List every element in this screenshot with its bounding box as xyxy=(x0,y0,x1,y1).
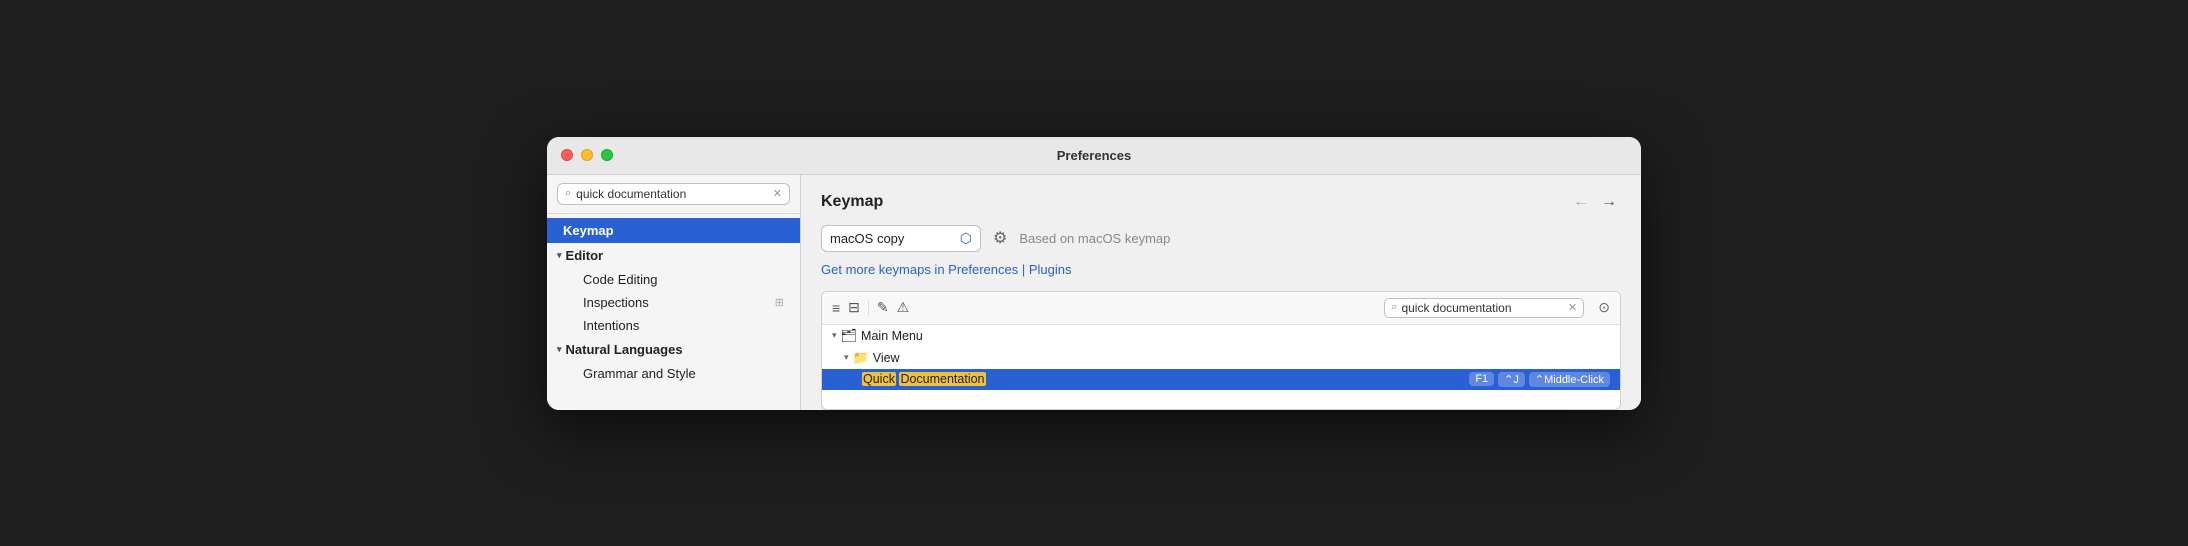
sidebar-item-intentions[interactable]: Intentions xyxy=(547,314,800,337)
keymap-search-input[interactable] xyxy=(1401,301,1564,315)
close-button[interactable] xyxy=(561,149,573,161)
sidebar-search-input[interactable] xyxy=(576,187,768,201)
keymap-toolbar: ≡ ⊟ ✎ ⚠ ⌕ ✕ ⊙ xyxy=(822,292,1620,325)
sidebar-item-code-editing[interactable]: Code Editing xyxy=(547,268,800,291)
tree-row-view[interactable]: ▾ 📁 View xyxy=(822,347,1620,369)
sidebar-item-keymap[interactable]: Keymap xyxy=(547,218,800,243)
tree-row-main-menu[interactable]: ▾ 🗂 Main Menu xyxy=(822,325,1620,347)
preferences-window: Preferences ⌕ ✕ Keymap ▾ Editor xyxy=(547,137,1641,410)
window-controls xyxy=(561,149,613,161)
keymap-search-icon: ⌕ xyxy=(1391,301,1397,314)
sidebar-search-bar: ⌕ ✕ xyxy=(547,175,800,214)
window-title: Preferences xyxy=(1057,148,1131,163)
tree-label-quick-documentation: Quick Documentation xyxy=(862,372,1465,386)
keymap-search-wrapper[interactable]: ⌕ ✕ xyxy=(1384,298,1584,318)
inspections-icon: ⊞ xyxy=(775,296,784,309)
chevron-down-icon-2: ▾ xyxy=(557,344,562,355)
person-icon[interactable]: ⊙ xyxy=(1598,299,1610,316)
minimize-button[interactable] xyxy=(581,149,593,161)
warning-icon[interactable]: ⚠ xyxy=(897,299,910,316)
filter-all-icon[interactable]: ≡ xyxy=(832,300,840,316)
back-arrow-button[interactable]: ← xyxy=(1569,193,1593,211)
sidebar: ⌕ ✕ Keymap ▾ Editor Code Editing xyxy=(547,175,801,410)
sidebar-search-clear-icon[interactable]: ✕ xyxy=(773,187,782,200)
main-panel: Keymap ← → macOS copy ⬡ ⚙ Based on macOS… xyxy=(801,175,1641,410)
content-area: ⌕ ✕ Keymap ▾ Editor Code Editing xyxy=(547,175,1641,410)
main-menu-icon: 🗂 xyxy=(841,328,858,344)
chevron-main-menu-icon: ▾ xyxy=(832,330,837,341)
keymap-controls: macOS copy ⬡ ⚙ Based on macOS keymap xyxy=(821,225,1621,252)
shortcut-ctrl-middleclick: ⌃Middle-Click xyxy=(1529,372,1610,387)
title-bar: Preferences xyxy=(547,137,1641,175)
sidebar-item-inspections[interactable]: Inspections ⊞ xyxy=(547,291,800,314)
keymap-based-on-label: Based on macOS keymap xyxy=(1019,231,1170,246)
shortcut-f1: F1 xyxy=(1469,372,1494,386)
keymap-select[interactable]: macOS copy ⬡ xyxy=(821,225,981,252)
shortcut-ctrl-j: ⌃J xyxy=(1498,372,1525,387)
panel-title: Keymap xyxy=(821,193,883,211)
keymap-dropdown-icon: ⬡ xyxy=(960,230,972,247)
edit-icon[interactable]: ✎ xyxy=(877,299,889,316)
sidebar-search-icon: ⌕ xyxy=(565,187,571,200)
tree-row-quick-documentation[interactable]: Quick Documentation F1 ⌃J ⌃Middle-Click xyxy=(822,369,1620,390)
highlight-documentation: Documentation xyxy=(899,372,985,386)
sidebar-section-editor[interactable]: ▾ Editor xyxy=(547,243,800,268)
highlight-quick: Quick xyxy=(862,372,896,386)
keymap-search-clear-icon[interactable]: ✕ xyxy=(1568,301,1577,314)
keymap-gear-icon[interactable]: ⚙ xyxy=(993,228,1007,248)
sidebar-item-grammar-style[interactable]: Grammar and Style xyxy=(547,362,800,385)
tree-label-view: View xyxy=(873,351,1610,365)
view-folder-icon: 📁 xyxy=(853,350,869,366)
nav-arrows: ← → xyxy=(1569,193,1621,211)
panel-header: Keymap ← → xyxy=(821,193,1621,211)
get-more-keymaps-link[interactable]: Get more keymaps in Preferences | Plugin… xyxy=(821,262,1621,277)
keymap-table-area: ≡ ⊟ ✎ ⚠ ⌕ ✕ ⊙ ▾ xyxy=(821,291,1621,410)
forward-arrow-button[interactable]: → xyxy=(1597,193,1621,211)
maximize-button[interactable] xyxy=(601,149,613,161)
shortcut-badges: F1 ⌃J ⌃Middle-Click xyxy=(1469,372,1610,387)
tree-label-main-menu: Main Menu xyxy=(861,329,1610,343)
chevron-down-icon: ▾ xyxy=(557,250,562,261)
chevron-view-icon: ▾ xyxy=(844,352,849,363)
sidebar-items: Keymap ▾ Editor Code Editing Inspections… xyxy=(547,214,800,389)
tree-area: ▾ 🗂 Main Menu ▾ 📁 View Quick Documentati… xyxy=(822,325,1620,409)
sidebar-search-wrapper[interactable]: ⌕ ✕ xyxy=(557,183,790,205)
toolbar-separator xyxy=(868,300,869,316)
sidebar-section-natural-languages[interactable]: ▾ Natural Languages xyxy=(547,337,800,362)
filter-modified-icon[interactable]: ⊟ xyxy=(848,299,860,316)
keymap-name-label: macOS copy xyxy=(830,231,954,246)
